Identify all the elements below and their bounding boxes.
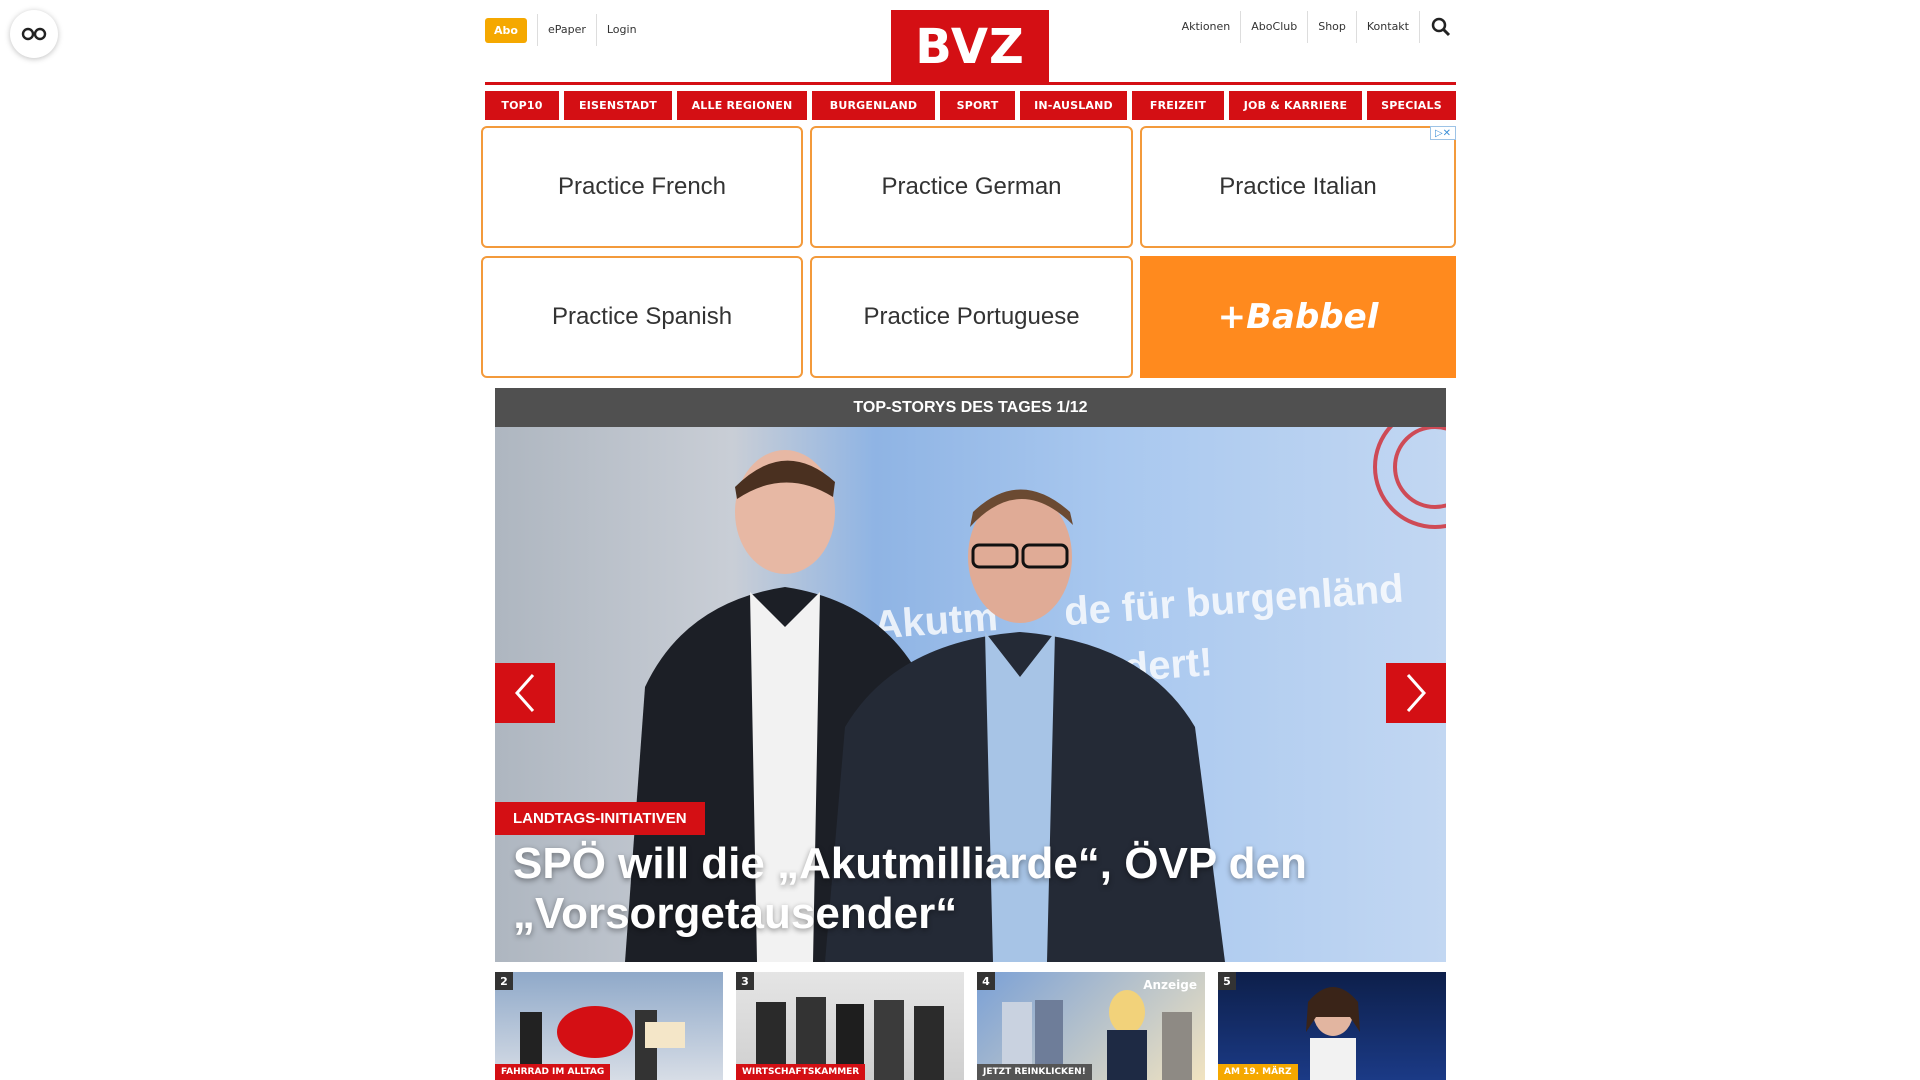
aktionen-link[interactable]: Aktionen <box>1172 11 1241 43</box>
thumbnail-story-3[interactable]: 3 WIRTSCHAFTSKAMMER <box>736 972 964 1080</box>
nav-item-freizeit[interactable]: FREIZEIT <box>1132 91 1224 120</box>
thumbnail-number: 3 <box>736 972 754 990</box>
story-image[interactable]: Akutm de für burgenländ emei gefordert! <box>495 427 1446 962</box>
ad-tile-portuguese[interactable]: Practice Portuguese <box>810 256 1133 378</box>
search-icon[interactable] <box>1426 12 1456 42</box>
login-link[interactable]: Login <box>597 14 647 46</box>
thumbnail-story-4[interactable]: 4 Anzeige JETZT REINKLICKEN! <box>977 972 1205 1080</box>
chevron-left-icon <box>514 674 535 712</box>
thumbnail-number: 2 <box>495 972 513 990</box>
shop-link[interactable]: Shop <box>1308 11 1356 43</box>
adchoices-icon[interactable]: ▷✕ <box>1430 126 1456 140</box>
ad-tile-french[interactable]: Practice French <box>481 126 803 248</box>
slider-prev-button[interactable] <box>495 663 555 723</box>
ad-label: Anzeige <box>1143 978 1197 992</box>
abo-button[interactable]: Abo <box>485 17 527 43</box>
nav-item-eisenstadt[interactable]: EISENSTADT <box>564 91 672 120</box>
thumbnail-story-2[interactable]: 2 FAHRRAD IM ALLTAG <box>495 972 723 1080</box>
babbel-logo[interactable]: +Babbel <box>1140 256 1456 378</box>
divider <box>1419 11 1420 43</box>
header-divider <box>485 82 1456 85</box>
header-left-links: Abo ePaper Login <box>485 14 647 46</box>
glasses-icon <box>21 27 47 41</box>
slider-title: TOP-STORYS DES TAGES 1/12 <box>495 388 1446 427</box>
thumbnail-story-5[interactable]: 5 AM 19. MÄRZ <box>1218 972 1446 1080</box>
reader-mode-button[interactable] <box>10 10 58 58</box>
babbel-ad[interactable]: Practice French Practice German Practice… <box>481 126 1456 378</box>
epaper-link[interactable]: ePaper <box>538 14 596 46</box>
main-nav: TOP10 EISENSTADT ALLE REGIONEN BURGENLAN… <box>485 91 1456 120</box>
kontakt-link[interactable]: Kontakt <box>1357 11 1419 43</box>
nav-item-sport[interactable]: SPORT <box>940 91 1015 120</box>
nav-item-alle-regionen[interactable]: ALLE REGIONEN <box>677 91 807 120</box>
slider-next-button[interactable] <box>1386 663 1446 723</box>
aboclub-link[interactable]: AboClub <box>1241 11 1307 43</box>
page-wrapper: Abo ePaper Login BVZ Aktionen AboClub Sh… <box>481 0 1456 1080</box>
ad-tile-german[interactable]: Practice German <box>810 126 1133 248</box>
nav-item-burgenland[interactable]: BURGENLAND <box>812 91 935 120</box>
thumbnail-number: 5 <box>1218 972 1236 990</box>
story-thumbnails: 2 FAHRRAD IM ALLTAG 3 WIRTSCHAFTSKAMMER <box>495 972 1446 1080</box>
nav-item-specials[interactable]: SPECIALS <box>1367 91 1456 120</box>
thumbnail-tag: AM 19. MÄRZ <box>1218 1064 1298 1080</box>
thumbnail-tag: FAHRRAD IM ALLTAG <box>495 1064 611 1080</box>
story-kicker[interactable]: LANDTAGS-INITIATIVEN <box>495 802 705 835</box>
chevron-right-icon <box>1406 674 1427 712</box>
nav-item-top10[interactable]: TOP10 <box>485 91 559 120</box>
thumbnail-tag: JETZT REINKLICKEN! <box>977 1064 1092 1080</box>
thumbnail-tag: WIRTSCHAFTSKAMMER <box>736 1064 866 1080</box>
thumbnail-number: 4 <box>977 972 995 990</box>
ad-tile-spanish[interactable]: Practice Spanish <box>481 256 803 378</box>
header-right-links: Aktionen AboClub Shop Kontakt <box>1172 10 1456 44</box>
story-headline[interactable]: SPÖ will die „Akutmilliarde“, ÖVP den „V… <box>513 839 1413 939</box>
ad-tile-italian[interactable]: Practice Italian <box>1140 126 1456 248</box>
top-stories-slider: TOP-STORYS DES TAGES 1/12 Akutm de für b… <box>495 388 1446 962</box>
nav-item-job-karriere[interactable]: JOB & KARRIERE <box>1229 91 1362 120</box>
site-logo[interactable]: BVZ <box>891 10 1049 83</box>
nav-item-in-ausland[interactable]: IN-AUSLAND <box>1020 91 1127 120</box>
